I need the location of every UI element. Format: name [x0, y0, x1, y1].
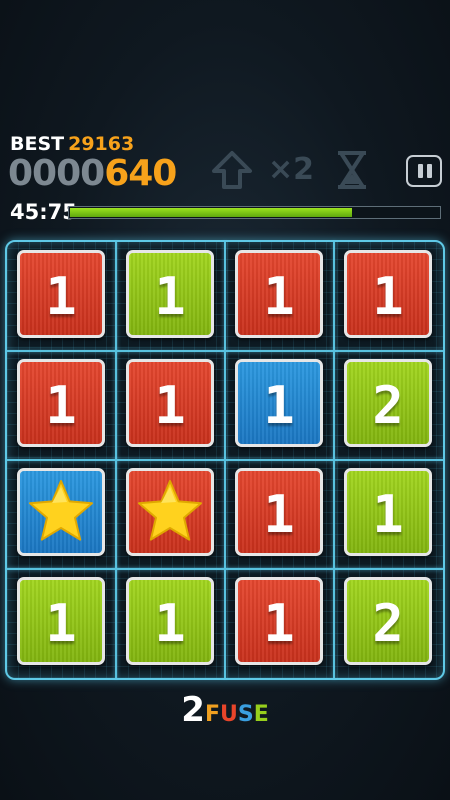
number-tile[interactable]: 1 [235, 250, 323, 338]
tile-value: 1 [263, 485, 295, 545]
grid-line [333, 242, 335, 678]
logo-letter: F [204, 702, 220, 727]
tile-value: 1 [154, 376, 186, 436]
tile-value: 2 [372, 376, 404, 436]
game-logo: 2FUSE [0, 690, 450, 730]
tile-value: 1 [263, 376, 295, 436]
logo-letter: E [253, 702, 269, 727]
time-bar-fill [70, 208, 352, 217]
score-value: 640 [104, 153, 177, 194]
number-tile[interactable]: 1 [235, 468, 323, 556]
number-tile[interactable]: 1 [126, 359, 214, 447]
multiplier-icon[interactable]: ×2 [268, 150, 318, 190]
star-tile[interactable] [126, 468, 214, 556]
tile-value: 1 [263, 267, 295, 327]
star-icon [26, 477, 96, 547]
time-bar [68, 206, 441, 219]
timer: 45:75 [10, 200, 77, 224]
number-tile[interactable]: 1 [344, 468, 432, 556]
number-tile[interactable]: 1 [17, 577, 105, 665]
grid-line [7, 568, 443, 570]
best-label: BEST [10, 133, 65, 155]
tile-value: 1 [372, 267, 404, 327]
score-leading-zeros: 0000 [8, 153, 105, 194]
tile-value: 1 [372, 485, 404, 545]
tile-value: 2 [372, 594, 404, 654]
tile-value: 1 [45, 267, 77, 327]
hourglass-icon[interactable] [332, 150, 372, 190]
pause-icon [418, 164, 423, 178]
tile-value: 1 [154, 267, 186, 327]
powerups: ×2 [210, 150, 390, 190]
best-value: 29163 [68, 133, 135, 155]
tile-value: 1 [263, 594, 295, 654]
number-tile[interactable]: 2 [344, 577, 432, 665]
current-score: 0000640 [8, 153, 177, 194]
grid-line [7, 459, 443, 461]
best-score: BEST 29163 [10, 133, 134, 155]
tile-value: 1 [154, 594, 186, 654]
star-icon [135, 477, 205, 547]
logo-letter: U [219, 702, 238, 727]
number-tile[interactable]: 1 [126, 577, 214, 665]
tile-value: 1 [45, 594, 77, 654]
game-board: 1 1 1 1 1 1 1 2 1 1 1 1 1 2 [5, 240, 445, 680]
tile-value: 1 [45, 376, 77, 436]
up-arrow-icon[interactable] [210, 150, 254, 190]
logo-word: FUSE [205, 702, 269, 727]
number-tile[interactable]: 1 [235, 359, 323, 447]
logo-letter: S [237, 702, 254, 727]
star-tile[interactable] [17, 468, 105, 556]
number-tile[interactable]: 1 [344, 250, 432, 338]
pause-button[interactable] [406, 155, 442, 187]
number-tile[interactable]: 1 [17, 359, 105, 447]
number-tile[interactable]: 1 [126, 250, 214, 338]
hud: BEST 29163 0000640 ×2 45:75 [0, 0, 450, 240]
number-tile[interactable]: 2 [344, 359, 432, 447]
number-tile[interactable]: 1 [17, 250, 105, 338]
logo-two: 2 [181, 690, 205, 730]
number-tile[interactable]: 1 [235, 577, 323, 665]
